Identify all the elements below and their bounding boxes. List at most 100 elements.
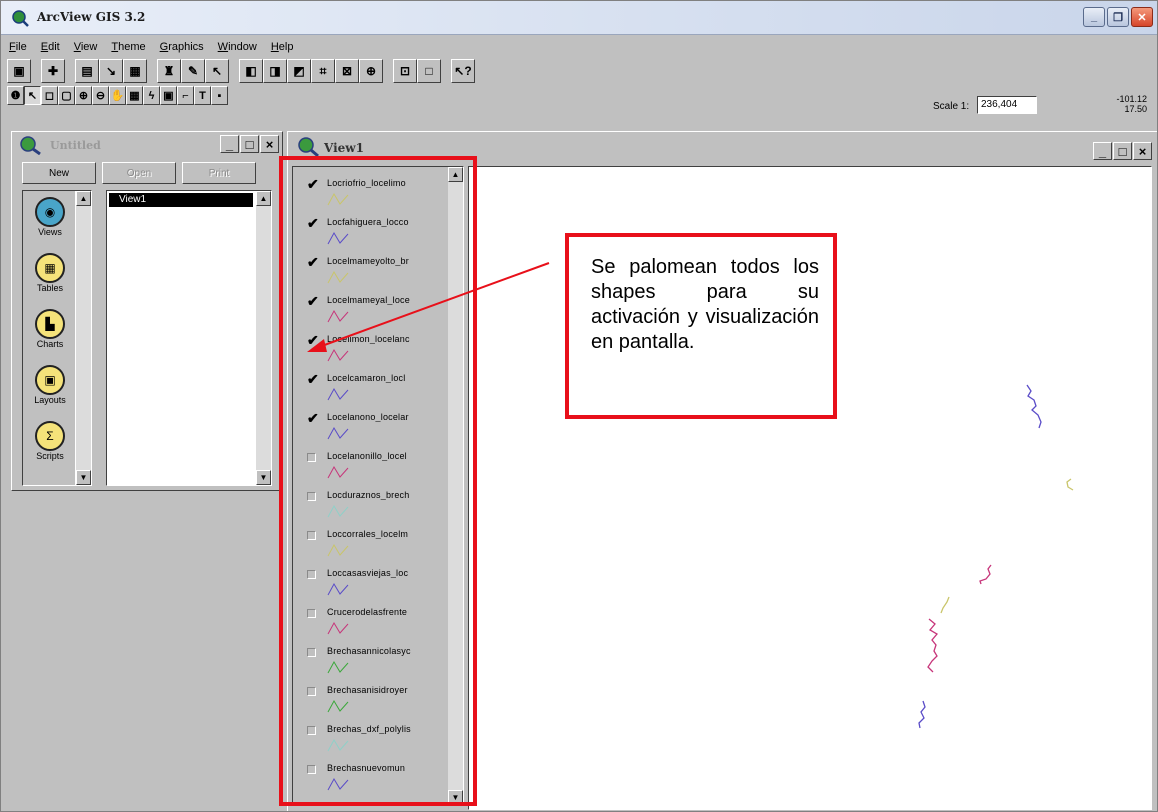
map-line-feature (1026, 384, 1042, 429)
add-theme-icon[interactable]: ✚ (41, 59, 65, 83)
checkbox-unchecked[interactable] (307, 765, 316, 774)
menu-edit[interactable]: Edit (41, 41, 60, 53)
label-tool-icon[interactable]: ⌐ (177, 86, 194, 105)
minimize-button[interactable]: _ (1083, 7, 1105, 27)
select-feature-tool-icon[interactable]: ▢ (58, 86, 75, 105)
save-project-icon[interactable]: ▣ (7, 59, 31, 83)
line-symbol-icon (327, 660, 349, 674)
menu-window[interactable]: Window (218, 41, 257, 53)
open-theme-table-icon[interactable]: ▦ (123, 59, 147, 83)
identify-tool-icon[interactable]: ❶ (7, 86, 24, 105)
clear-selection-icon[interactable]: □ (417, 59, 441, 83)
checkmark-icon[interactable]: ✔ (307, 255, 319, 269)
select-features-icon[interactable]: ⊡ (393, 59, 417, 83)
hotlink-tool-icon[interactable]: ϟ (143, 86, 160, 105)
scale-input[interactable]: 236,404 (977, 96, 1037, 114)
doctype-scrollbar[interactable]: ▲ ▼ (76, 191, 91, 485)
line-symbol-icon (327, 738, 349, 752)
theme-properties-icon[interactable]: ▤ (75, 59, 99, 83)
zoom-out-icon[interactable]: ⊠ (335, 59, 359, 83)
locate-address-icon[interactable]: ✎ (181, 59, 205, 83)
project-maximize-button[interactable]: □ (240, 135, 259, 153)
checkbox-unchecked[interactable] (307, 531, 316, 540)
scroll-up-icon[interactable]: ▲ (448, 167, 463, 182)
query-builder-icon[interactable]: ↖ (205, 59, 229, 83)
document-type-list: ◉ Views ▦ Tables ▙ Charts ▣ Layouts Σ Sc… (22, 190, 92, 486)
theme-list: ✔ Locriofrio_locelimo ✔ Locfahiguera_locco ✔… (297, 171, 447, 803)
checkmark-icon[interactable]: ✔ (307, 333, 319, 347)
measure-tool-icon[interactable]: ▦ (126, 86, 143, 105)
scroll-down-icon[interactable]: ▼ (256, 470, 271, 485)
theme-name: Loccorrales_locelm (327, 529, 409, 539)
zoom-selected-icon[interactable]: ◩ (287, 59, 311, 83)
zoom-in-icon[interactable]: ⌗ (311, 59, 335, 83)
scroll-down-icon[interactable]: ▼ (448, 790, 463, 805)
theme-name: Brechas_dxf_polylis (327, 724, 411, 734)
menu-view[interactable]: View (74, 41, 98, 53)
checkmark-icon[interactable]: ✔ (307, 372, 319, 386)
checkbox-unchecked[interactable] (307, 687, 316, 696)
vertex-edit-tool-icon[interactable]: ◻ (41, 86, 58, 105)
area-of-interest-tool-icon[interactable]: ▣ (160, 86, 177, 105)
menu-bar: File Edit View Theme Graphics Window Hel… (1, 37, 1157, 57)
checkmark-icon[interactable]: ✔ (307, 216, 319, 230)
find-icon[interactable]: ♜ (157, 59, 181, 83)
scroll-up-icon[interactable]: ▲ (256, 191, 271, 206)
new-button[interactable]: New (22, 162, 96, 184)
doctype-charts[interactable]: ▙ Charts (27, 309, 73, 349)
doctype-tables[interactable]: ▦ Tables (27, 253, 73, 293)
map-line-feature (918, 700, 926, 729)
menu-help[interactable]: Help (271, 41, 294, 53)
menu-theme[interactable]: Theme (111, 41, 145, 53)
scroll-down-icon[interactable]: ▼ (76, 470, 91, 485)
checkbox-unchecked[interactable] (307, 609, 316, 618)
checkbox-unchecked[interactable] (307, 726, 316, 735)
edit-legend-icon[interactable]: ↘ (99, 59, 123, 83)
menu-file[interactable]: File (9, 41, 27, 53)
checkbox-unchecked[interactable] (307, 570, 316, 579)
doctype-views[interactable]: ◉ Views (27, 197, 73, 237)
line-symbol-icon (327, 426, 349, 440)
doctype-scripts[interactable]: Σ Scripts (27, 421, 73, 461)
text-tool-icon[interactable]: T (194, 86, 211, 105)
zoom-out-tool-icon[interactable]: ⊖ (92, 86, 109, 105)
zoom-in-tool-icon[interactable]: ⊕ (75, 86, 92, 105)
view-minimize-button[interactable]: _ (1093, 142, 1112, 160)
project-close-button[interactable]: × (260, 135, 279, 153)
theme-item[interactable]: Brechasnuevomun (297, 756, 447, 802)
view-close-button[interactable]: × (1133, 142, 1152, 160)
title-bar: ArcView GIS 3.2 _ ❐ ✕ (1, 1, 1157, 35)
help-cursor-icon[interactable]: ↖? (451, 59, 475, 83)
project-minimize-button[interactable]: _ (220, 135, 239, 153)
checkbox-unchecked[interactable] (307, 453, 316, 462)
document-list-scrollbar[interactable]: ▲ ▼ (256, 191, 271, 485)
open-button[interactable]: Open (102, 162, 176, 184)
close-button[interactable]: ✕ (1131, 7, 1153, 27)
checkmark-icon[interactable]: ✔ (307, 177, 319, 191)
checkmark-icon[interactable]: ✔ (307, 294, 319, 308)
line-symbol-icon (327, 231, 349, 245)
doctype-layouts-label: Layouts (34, 395, 66, 405)
view-maximize-button[interactable]: □ (1113, 142, 1132, 160)
doctype-layouts[interactable]: ▣ Layouts (27, 365, 73, 405)
zoom-active-themes-icon[interactable]: ◨ (263, 59, 287, 83)
pointer-tool-icon[interactable]: ↖ (24, 86, 41, 105)
pan-tool-icon[interactable]: ✋ (109, 86, 126, 105)
scroll-up-icon[interactable]: ▲ (76, 191, 91, 206)
arcview-globe-icon (12, 10, 29, 27)
restore-button[interactable]: ❐ (1107, 7, 1129, 27)
checkbox-unchecked[interactable] (307, 648, 316, 657)
line-symbol-icon (327, 699, 349, 713)
arcview-app-window: ArcView GIS 3.2 _ ❐ ✕ File Edit View The… (0, 0, 1158, 812)
draw-tool-dropdown-icon[interactable]: ▪ (211, 86, 228, 105)
zoom-previous-icon[interactable]: ⊕ (359, 59, 383, 83)
toc-scrollbar[interactable]: ▲ ▼ (448, 167, 463, 805)
checkmark-icon[interactable]: ✔ (307, 411, 319, 425)
menu-graphics[interactable]: Graphics (160, 41, 204, 53)
view-title-bar: View1 _ □ × (288, 132, 1157, 166)
print-button[interactable]: Print (182, 162, 256, 184)
line-symbol-icon (327, 348, 349, 362)
zoom-full-extent-icon[interactable]: ◧ (239, 59, 263, 83)
document-item-view1[interactable]: View1 (109, 193, 253, 207)
checkbox-unchecked[interactable] (307, 492, 316, 501)
